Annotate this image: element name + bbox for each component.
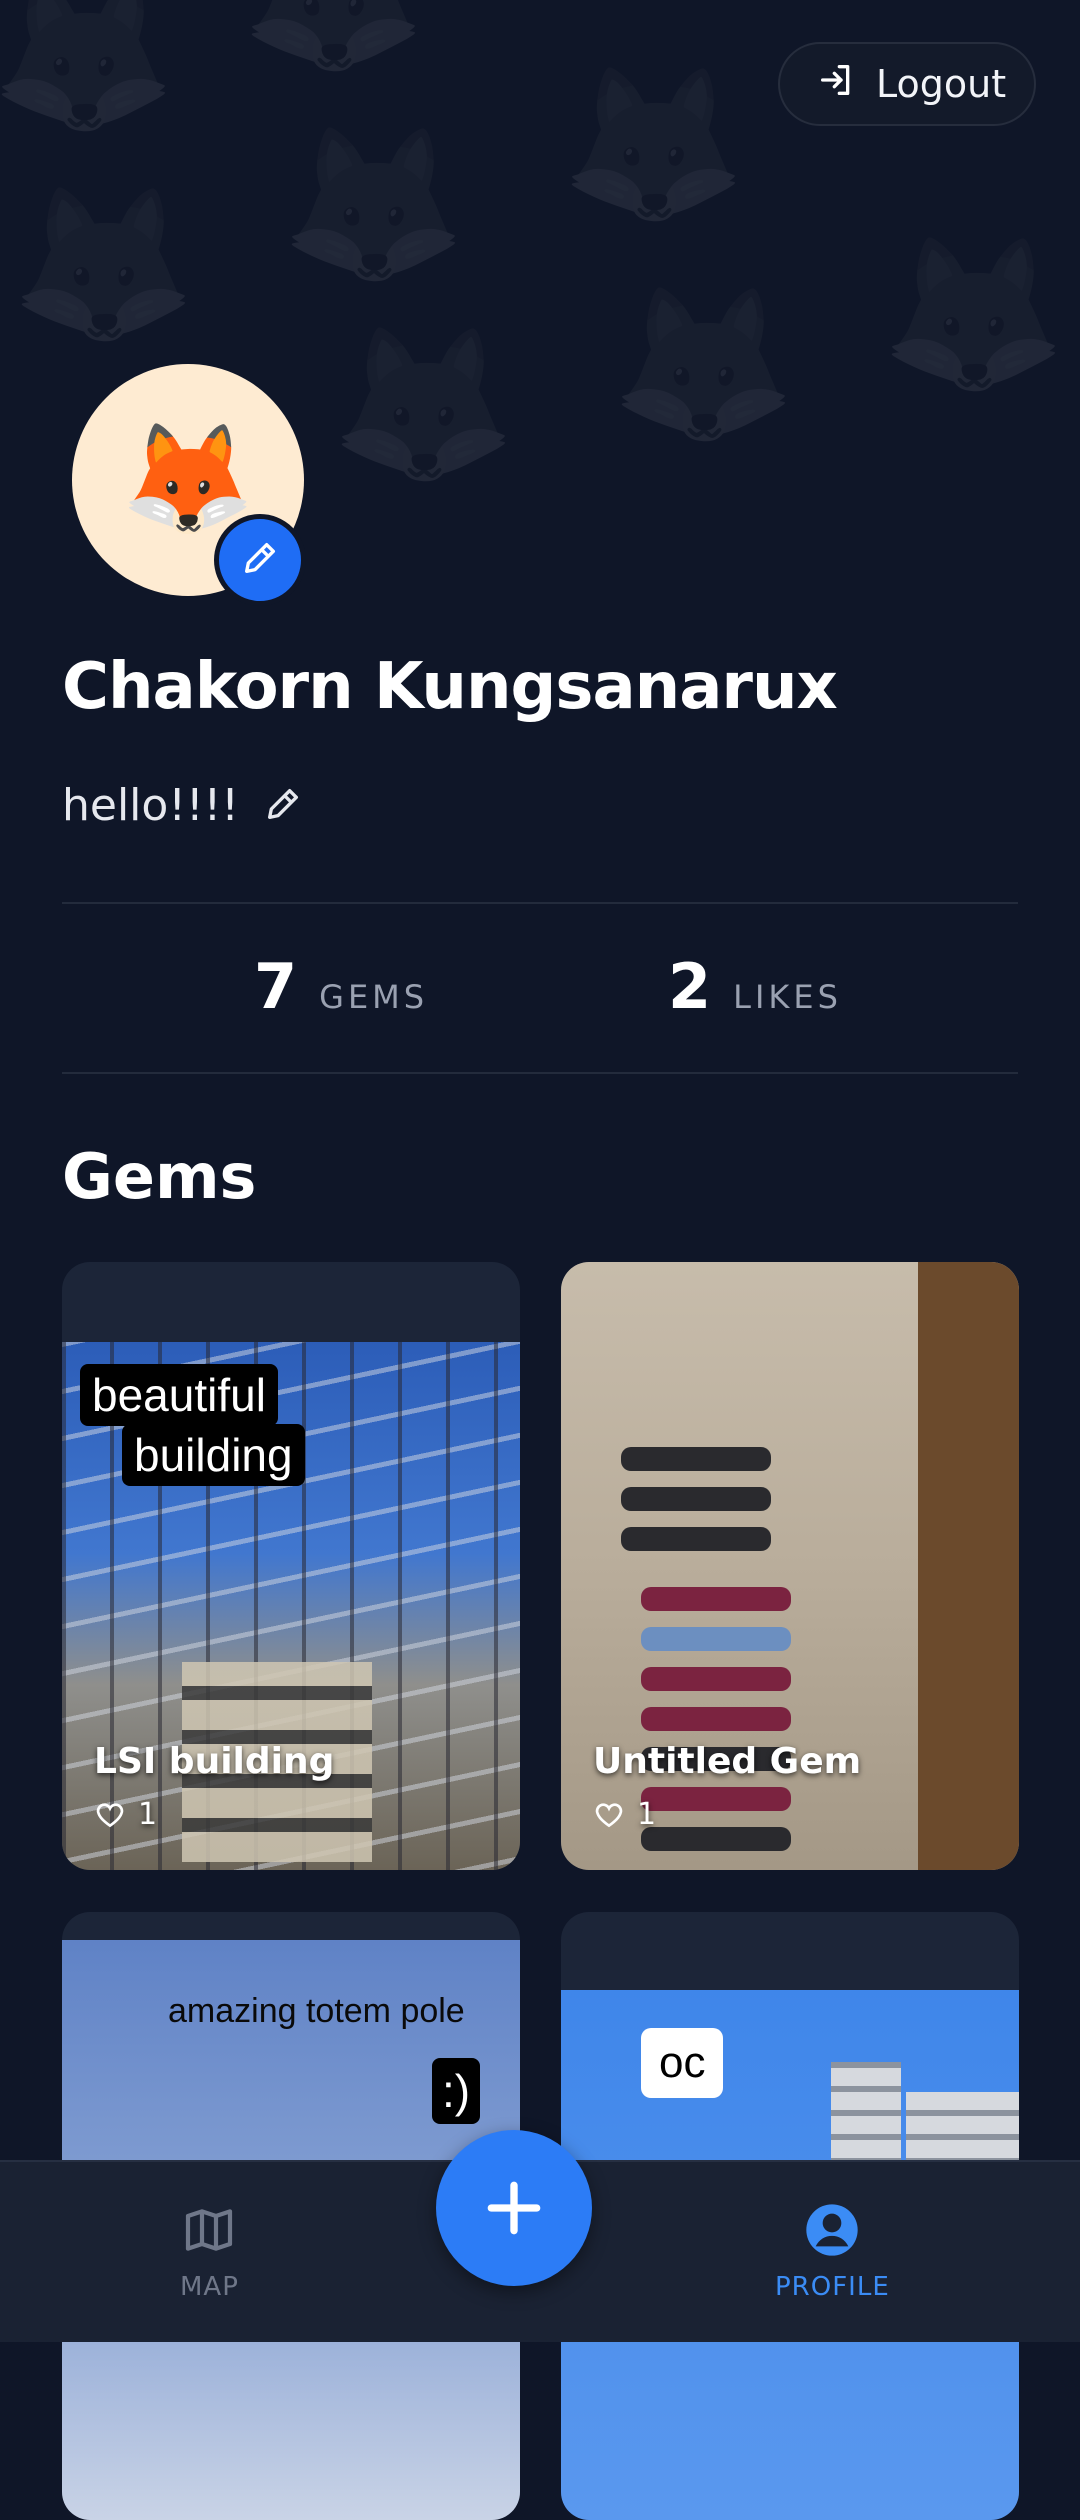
- logout-icon: [816, 60, 856, 109]
- add-gem-button[interactable]: [436, 2130, 592, 2286]
- edit-bio-button[interactable]: [263, 784, 303, 828]
- gem-card-untitled[interactable]: Untitled Gem 1: [561, 1262, 1019, 1870]
- edit-avatar-button[interactable]: [214, 514, 306, 606]
- nav-map[interactable]: MAP: [180, 2202, 239, 2302]
- gems-section-title: Gems: [62, 1140, 257, 1213]
- map-icon: [186, 2209, 233, 2251]
- stat-likes-label: LIKES: [733, 978, 842, 1016]
- heart-icon: [595, 1802, 623, 1827]
- nav-map-label: MAP: [180, 2272, 239, 2302]
- logout-label: Logout: [876, 62, 1007, 106]
- gem-likes-count: 1: [138, 1797, 158, 1832]
- logout-button[interactable]: Logout: [778, 42, 1036, 126]
- gem-title: LSI building: [94, 1741, 335, 1782]
- photo-caption: beautiful: [80, 1364, 278, 1426]
- gem-likes: 1: [593, 1797, 656, 1832]
- stat-likes-value: 2: [668, 950, 712, 1023]
- photo-caption: oc: [641, 2028, 724, 2098]
- pencil-icon: [267, 788, 298, 819]
- gem-likes-count: 1: [637, 1797, 657, 1832]
- profile-name: Chakorn Kungsanarux: [62, 650, 838, 724]
- pencil-icon: [240, 538, 280, 582]
- stat-gems-label: GEMS: [319, 978, 429, 1016]
- photo-caption: :): [432, 2058, 481, 2124]
- stat-gems-value: 7: [254, 950, 298, 1023]
- divider: [62, 902, 1018, 904]
- plus-icon: [487, 2181, 541, 2235]
- divider: [62, 1072, 1018, 1074]
- stat-likes: 2 LIKES: [668, 950, 842, 1023]
- nav-profile[interactable]: PROFILE: [775, 2202, 890, 2302]
- gem-card-lsi-building[interactable]: beautiful building LSI building 1: [62, 1262, 520, 1870]
- profile-icon: [806, 2204, 859, 2256]
- profile-bio: hello!!!!: [62, 780, 239, 831]
- nav-profile-label: PROFILE: [775, 2272, 890, 2302]
- heart-icon: [96, 1802, 124, 1827]
- gem-likes: 1: [94, 1797, 157, 1832]
- gem-title: Untitled Gem: [593, 1741, 862, 1782]
- photo-caption: building: [122, 1424, 305, 1486]
- stat-gems: 7 GEMS: [254, 950, 428, 1023]
- photo-caption: amazing totem pole: [168, 1992, 465, 2030]
